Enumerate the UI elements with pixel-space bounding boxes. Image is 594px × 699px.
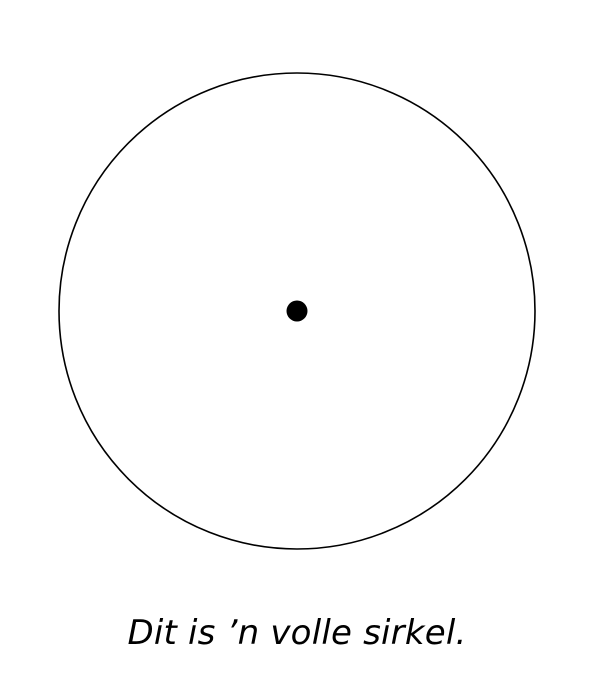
center-point — [286, 300, 308, 322]
circle-diagram — [58, 72, 536, 550]
diagram-caption: Dit is ’n volle sirkel. — [127, 613, 467, 653]
